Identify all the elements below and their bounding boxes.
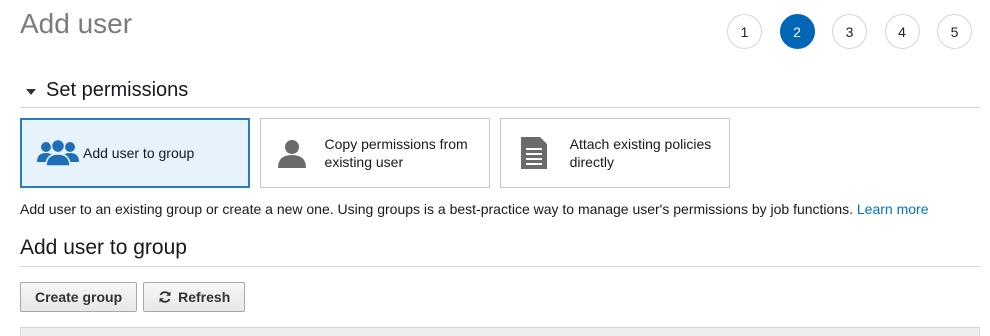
- step-2[interactable]: 2: [779, 14, 815, 49]
- user-icon: [275, 138, 309, 168]
- refresh-label: Refresh: [178, 289, 231, 305]
- help-text: Add user to an existing group or create …: [20, 201, 853, 217]
- set-permissions-header[interactable]: Set permissions: [20, 79, 980, 108]
- add-user-to-group-option[interactable]: Add user to group: [20, 118, 250, 188]
- learn-more-link[interactable]: Learn more: [857, 201, 929, 217]
- attach-policies-label: Attach existing policies directly: [569, 136, 712, 170]
- create-group-label: Create group: [35, 289, 123, 305]
- groups-table-header: [20, 327, 980, 336]
- step-1[interactable]: 1: [727, 14, 762, 49]
- copy-permissions-option[interactable]: Copy permissions from existing user: [260, 118, 490, 188]
- users-group-icon: [35, 138, 81, 168]
- set-permissions-label: Set permissions: [46, 79, 189, 101]
- copy-permissions-label: Copy permissions from existing user: [324, 136, 468, 170]
- group-toolbar: Create group Refresh: [20, 282, 251, 312]
- add-user-to-group-header: Add user to group: [20, 236, 980, 267]
- add-user-to-group-title: Add user to group: [20, 236, 187, 259]
- permissions-help-text: Add user to an existing group or create …: [20, 201, 928, 217]
- step-indicator: 1 2 3 4 5: [727, 14, 972, 49]
- add-user-to-group-label: Add user to group: [83, 145, 195, 161]
- step-5[interactable]: 5: [937, 14, 972, 49]
- attach-policies-option[interactable]: Attach existing policies directly: [500, 118, 730, 188]
- add-user-page: Add user 1 2 3 4 5 Set permissions Add u…: [0, 0, 990, 336]
- refresh-icon: [158, 290, 172, 304]
- permission-options: Add user to group Copy permissions from …: [20, 118, 740, 188]
- document-icon: [515, 136, 554, 170]
- step-3[interactable]: 3: [832, 14, 867, 49]
- refresh-button[interactable]: Refresh: [143, 282, 246, 312]
- step-4[interactable]: 4: [884, 14, 920, 49]
- create-group-button[interactable]: Create group: [20, 282, 138, 312]
- page-title: Add user: [20, 8, 133, 39]
- caret-down-icon: [26, 89, 36, 95]
